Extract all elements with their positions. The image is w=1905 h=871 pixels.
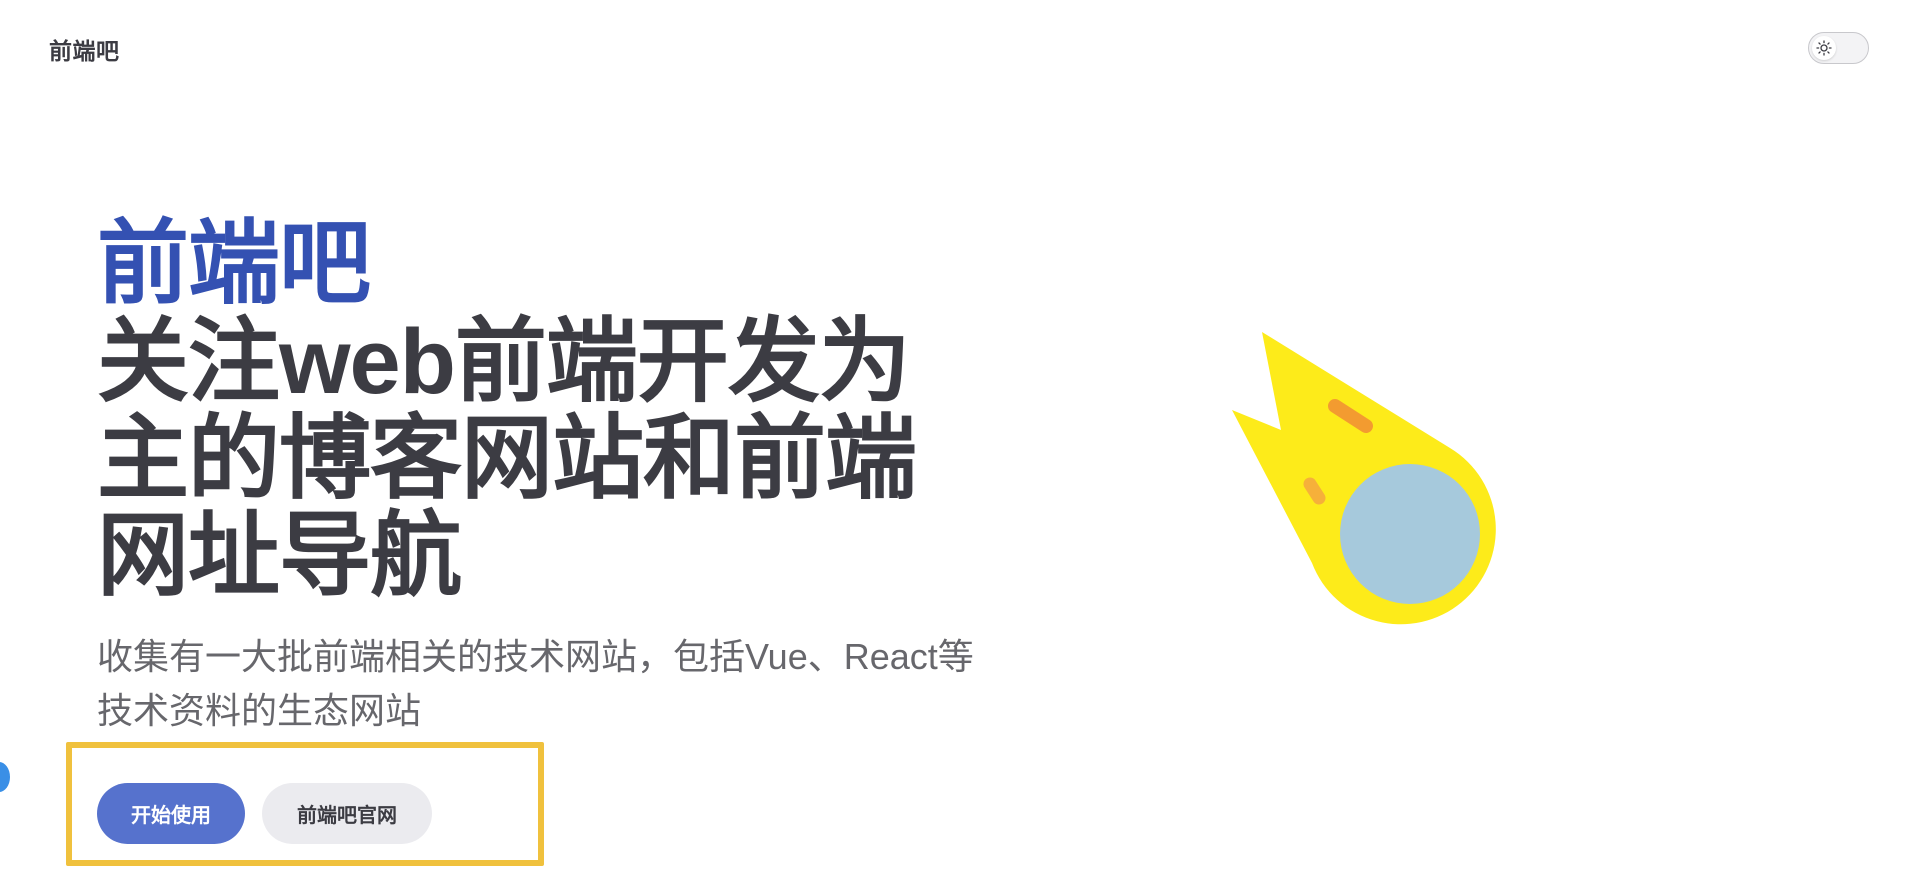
hero-text: 关注web前端开发为主的博客网站和前端网址导航	[97, 311, 917, 607]
hero-name: 前端吧	[97, 213, 371, 315]
top-nav: 前端吧	[0, 0, 1905, 96]
hero-section: 前端吧 关注web前端开发为主的博客网站和前端网址导航 收集有一大批前端相关的技…	[97, 214, 977, 738]
site-title[interactable]: 前端吧	[49, 32, 120, 66]
official-site-button[interactable]: 前端吧官网	[262, 783, 432, 844]
hero-actions: 开始使用 前端吧官网	[66, 742, 544, 866]
theme-toggle-switch[interactable]	[1808, 32, 1869, 64]
hero-image	[1210, 320, 1510, 640]
side-indicator-dot[interactable]	[0, 762, 10, 792]
comet-icon	[1232, 332, 1496, 625]
get-started-button[interactable]: 开始使用	[97, 783, 245, 844]
sun-icon	[1816, 40, 1832, 56]
toggle-knob	[1812, 36, 1836, 60]
hero-tagline: 收集有一大批前端相关的技术网站，包括Vue、React等技术资料的生态网站	[97, 636, 974, 731]
